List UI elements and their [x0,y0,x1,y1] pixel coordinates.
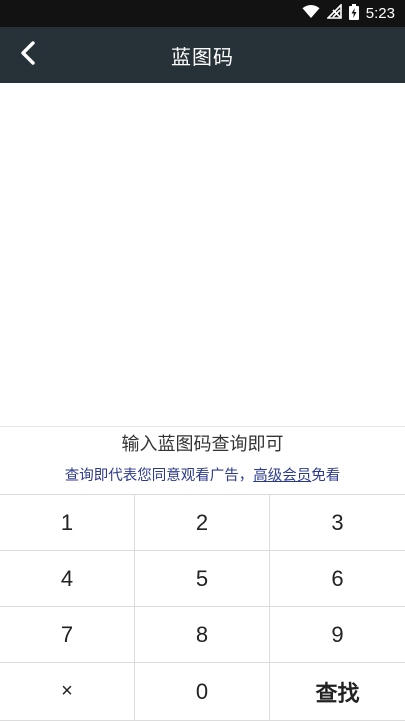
ad-notice-suffix: 免看 [311,468,341,484]
delete-key[interactable]: × [0,663,135,721]
back-button[interactable] [8,35,48,75]
key-2[interactable]: 2 [135,495,270,551]
hint-area: 输入蓝图码查询即可 查询即代表您同意观看广告，高级会员免看 [0,426,405,495]
ad-notice-text: 查询即代表您同意观看广告，高级会员免看 [0,465,405,487]
key-3[interactable]: 3 [270,495,405,551]
page-title: 蓝图码 [171,44,234,69]
chevron-left-icon [20,41,36,69]
keypad: 1 2 3 4 5 6 7 8 9 × 0 查找 [0,494,405,721]
key-7[interactable]: 7 [0,607,135,663]
status-bar: 5:23 [0,0,405,27]
content-area [0,83,405,426]
ad-notice-prefix: 查询即代表您同意观看广告， [64,468,254,484]
app-bar: 蓝图码 [0,27,405,83]
key-0[interactable]: 0 [135,663,270,721]
status-time: 5:23 [365,5,395,22]
hint-main-text: 输入蓝图码查询即可 [121,434,284,455]
vip-link[interactable]: 高级会员 [253,468,311,484]
key-5[interactable]: 5 [135,551,270,607]
wifi-icon [302,4,320,23]
no-signal-icon [325,3,342,23]
key-9[interactable]: 9 [270,607,405,663]
key-8[interactable]: 8 [135,607,270,663]
battery-charging-icon [348,3,359,24]
search-button[interactable]: 查找 [270,663,405,721]
key-4[interactable]: 4 [0,551,135,607]
key-1[interactable]: 1 [0,495,135,551]
key-6[interactable]: 6 [270,551,405,607]
status-icons: 5:23 [302,0,395,27]
